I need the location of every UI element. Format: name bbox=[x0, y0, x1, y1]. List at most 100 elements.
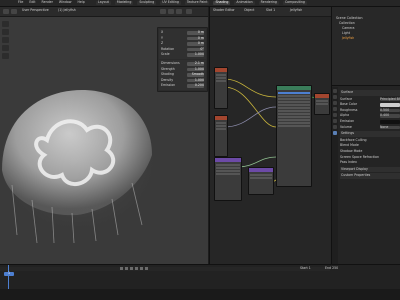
tab-animation[interactable]: Animation bbox=[234, 0, 255, 5]
move-tool-icon[interactable] bbox=[2, 37, 9, 43]
field-label-strength: Strength bbox=[161, 66, 175, 71]
view-label: User Perspective bbox=[22, 8, 49, 12]
base-color-swatch[interactable] bbox=[380, 103, 400, 107]
field-z[interactable]: 0 m bbox=[187, 42, 204, 46]
end-frame[interactable]: End 250 bbox=[325, 266, 338, 271]
select-tool-icon[interactable] bbox=[2, 21, 9, 27]
field-label-shading: Shading bbox=[161, 72, 174, 77]
toolbar bbox=[2, 21, 9, 59]
field-label-x: X bbox=[161, 30, 164, 34]
field-label-density: Density bbox=[161, 77, 174, 82]
field-dimensions[interactable]: 2.1 m bbox=[187, 61, 204, 66]
tab-modeling[interactable]: Modeling bbox=[114, 0, 134, 5]
viewport-3d[interactable]: User Perspective (1) Jellyfish X 0 m Y 0… bbox=[0, 7, 208, 264]
tab-texture-paint[interactable]: Texture Paint bbox=[184, 0, 210, 5]
world-tab-icon[interactable] bbox=[333, 113, 337, 117]
properties-tabs bbox=[332, 87, 338, 264]
tool-tab-icon[interactable] bbox=[333, 89, 337, 93]
material-tab-icon[interactable] bbox=[333, 131, 337, 135]
menu-help[interactable]: Help bbox=[77, 0, 84, 5]
jump-end-icon[interactable] bbox=[145, 267, 148, 270]
section-surface[interactable]: Surface bbox=[340, 90, 400, 96]
scale-tool-icon[interactable] bbox=[2, 53, 9, 59]
field-density[interactable]: 1.000 bbox=[187, 78, 204, 83]
status-bar bbox=[0, 289, 400, 300]
menu-edit[interactable]: Edit bbox=[29, 0, 35, 5]
texture-node[interactable] bbox=[214, 67, 228, 109]
timeline[interactable]: Start 1 End 250 1 bbox=[0, 264, 400, 289]
shader-editor[interactable]: Shader Editor Object Slot 1 Jellyfish bbox=[209, 7, 331, 264]
emission-swatch[interactable] bbox=[380, 119, 400, 124]
section-settings[interactable]: Settings bbox=[340, 131, 400, 137]
menu-window[interactable]: Window bbox=[59, 0, 72, 5]
tab-rendering[interactable]: Rendering bbox=[258, 0, 279, 5]
outliner-item-selected[interactable]: Jellyfish bbox=[342, 36, 354, 41]
color-ramp-node[interactable] bbox=[214, 115, 228, 157]
prop-value[interactable]: 0.400 bbox=[380, 114, 400, 118]
field-scale[interactable]: 1.000 bbox=[187, 53, 204, 57]
view-menu-button[interactable] bbox=[11, 9, 17, 14]
tab-shading[interactable]: Shading bbox=[213, 0, 231, 5]
modifier-tab-icon[interactable] bbox=[333, 125, 337, 129]
prop-label: Base Color bbox=[340, 102, 358, 107]
prop-label: Volume bbox=[340, 124, 352, 129]
field-rotation[interactable]: 0° bbox=[187, 47, 204, 52]
playback-controls bbox=[120, 267, 148, 270]
right-panels: Scene Collection Collection Camera Light… bbox=[331, 7, 400, 264]
tab-compositing[interactable]: Compositing bbox=[282, 0, 307, 5]
overlay-icon[interactable] bbox=[186, 9, 192, 14]
material-output-node[interactable] bbox=[314, 93, 330, 115]
shading-solid-icon[interactable] bbox=[160, 9, 166, 14]
tab-sculpting[interactable]: Sculpting bbox=[137, 0, 157, 5]
field-label-rotation: Rotation bbox=[161, 46, 175, 51]
field-emission[interactable]: 0.200 bbox=[187, 84, 204, 88]
editor-type-icon[interactable] bbox=[3, 9, 9, 14]
prop-label: Roughness bbox=[340, 107, 358, 112]
field-strength[interactable]: 1.000 bbox=[187, 67, 204, 72]
section-custom-properties[interactable]: Custom Properties bbox=[340, 173, 400, 179]
object-label: (1) Jellyfish bbox=[58, 8, 76, 12]
playhead[interactable] bbox=[8, 265, 9, 289]
play-reverse-icon[interactable] bbox=[130, 267, 133, 270]
scene-tab-icon[interactable] bbox=[333, 107, 337, 111]
step-forward-icon[interactable] bbox=[140, 267, 143, 270]
prop-label: Alpha bbox=[340, 113, 350, 118]
panel-section-transform: X 0 m Y 0 m Z 0 m Rotation 0° Scale 1.000 bbox=[159, 29, 206, 59]
cursor-tool-icon[interactable] bbox=[2, 29, 9, 35]
field-shading[interactable]: Smooth bbox=[187, 73, 204, 77]
output-tab-icon[interactable] bbox=[333, 101, 337, 105]
menu-file[interactable]: File bbox=[18, 0, 23, 5]
play-icon[interactable] bbox=[135, 267, 138, 270]
field-x[interactable]: 0 m bbox=[187, 30, 204, 35]
prop-value[interactable]: Principled BSDF bbox=[380, 97, 400, 102]
rotate-tool-icon[interactable] bbox=[2, 45, 9, 51]
object-tab-icon[interactable] bbox=[333, 119, 337, 123]
shading-material-icon[interactable] bbox=[168, 9, 174, 14]
timeline-ruler[interactable] bbox=[0, 267, 330, 271]
setting-label: Pass Index bbox=[340, 160, 357, 165]
tab-uv-editing[interactable]: UV Editing bbox=[160, 0, 181, 5]
mix-node[interactable] bbox=[248, 167, 274, 195]
start-frame[interactable]: Start 1 bbox=[300, 266, 311, 271]
step-back-icon[interactable] bbox=[125, 267, 128, 270]
outliner[interactable]: Scene Collection Collection Camera Light… bbox=[332, 7, 400, 86]
viewport-header: User Perspective (1) Jellyfish bbox=[0, 7, 208, 17]
jump-start-icon[interactable] bbox=[120, 267, 123, 270]
setting-row[interactable]: Pass Index bbox=[340, 160, 400, 166]
principled-bsdf-node[interactable] bbox=[276, 85, 312, 187]
section-viewport-display[interactable]: Viewport Display bbox=[340, 166, 400, 173]
tab-layout[interactable]: Layout bbox=[96, 0, 111, 5]
field-label-scale: Scale bbox=[161, 52, 170, 57]
field-y[interactable]: 0 m bbox=[187, 36, 204, 41]
mapping-node[interactable] bbox=[214, 157, 242, 201]
field-label-y: Y bbox=[161, 35, 163, 40]
panel-section-properties: Dimensions 2.1 m Strength 1.000 Shading Smo… bbox=[159, 59, 206, 90]
prop-value[interactable]: None bbox=[380, 125, 400, 130]
current-frame: 1 bbox=[4, 271, 14, 276]
shading-rendered-icon[interactable] bbox=[176, 9, 182, 14]
render-tab-icon[interactable] bbox=[333, 95, 337, 99]
prop-value[interactable]: 0.500 bbox=[380, 108, 400, 113]
setting-label: Screen Space Refraction bbox=[340, 154, 379, 159]
menu-render[interactable]: Render bbox=[42, 0, 53, 5]
main-menu: File Edit Render Window Help bbox=[18, 0, 85, 5]
